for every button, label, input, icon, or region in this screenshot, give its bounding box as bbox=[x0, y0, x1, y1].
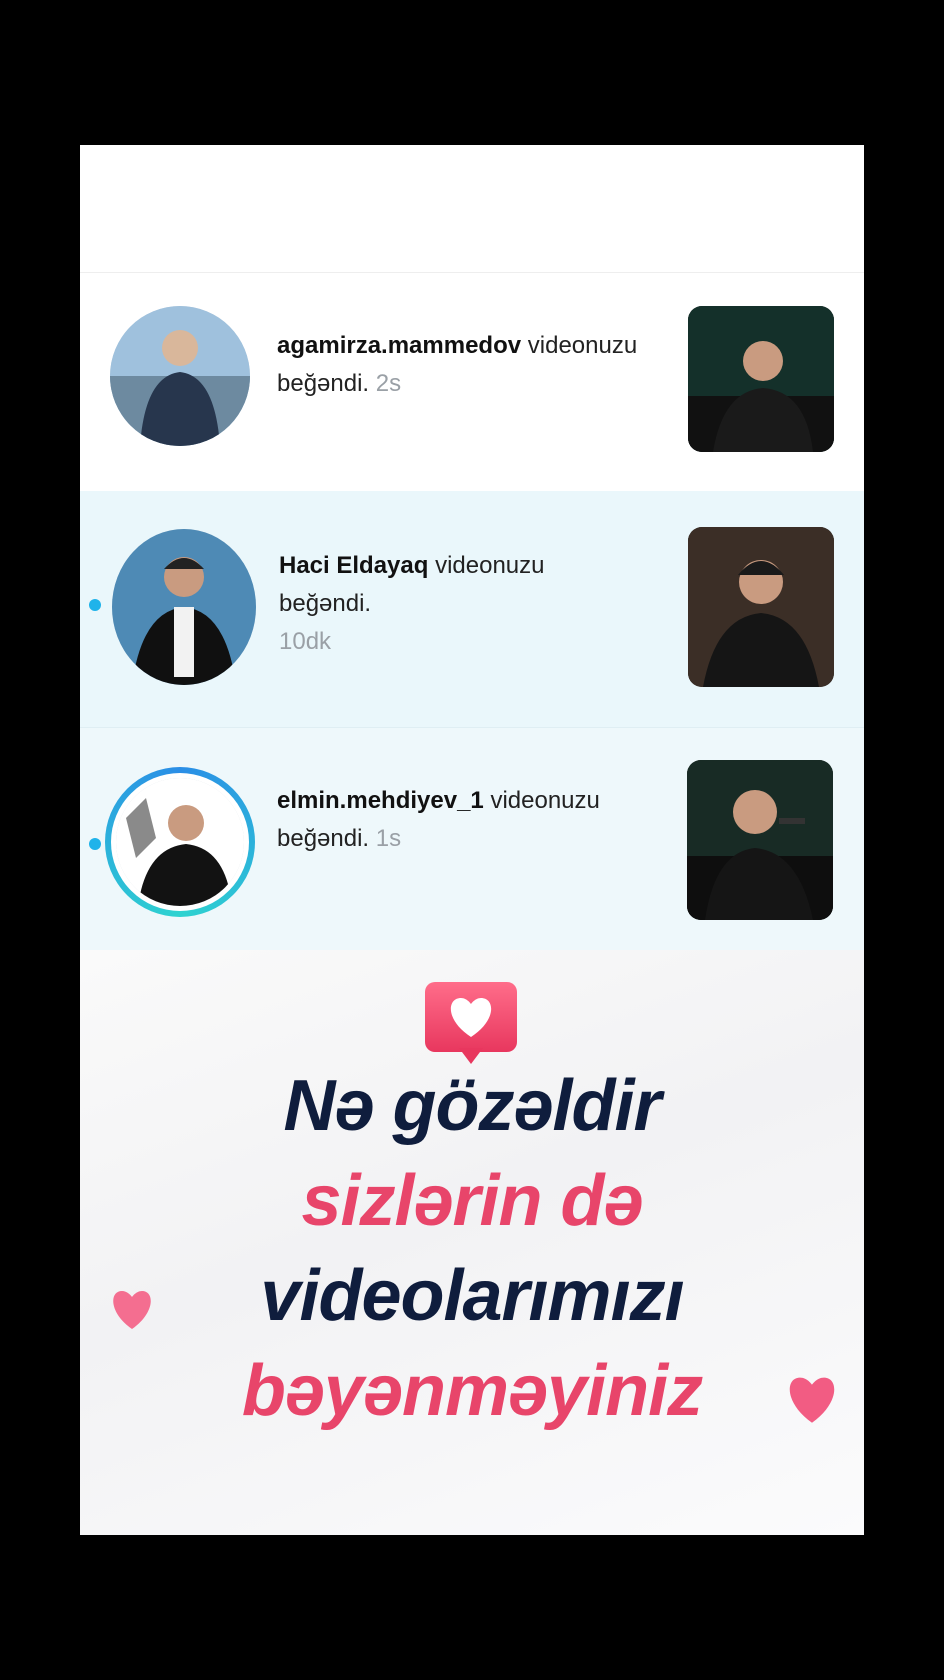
avatar-photo-icon bbox=[110, 306, 250, 446]
username[interactable]: agamirza.mammedov bbox=[277, 332, 521, 359]
promo-line-4: bəyənməyiniz bbox=[241, 1351, 703, 1431]
unread-indicator-icon bbox=[89, 599, 101, 611]
action-text-2: beğəndi. bbox=[277, 825, 370, 852]
video-thumbnail-icon bbox=[688, 306, 834, 452]
notification-text: Haci Eldayaq videonuzu beğəndi. 10dk bbox=[279, 547, 679, 661]
heart-icon bbox=[450, 998, 492, 1037]
user-avatar[interactable] bbox=[112, 529, 256, 685]
user-avatar[interactable] bbox=[116, 778, 244, 906]
action-text-2: beğəndi. bbox=[279, 590, 372, 617]
header-blank bbox=[80, 145, 864, 273]
notification-row[interactable]: elmin.mehdiyev_1 videonuzu beğəndi. 1s bbox=[80, 728, 864, 950]
video-thumbnail-icon bbox=[687, 760, 833, 920]
notification-row[interactable]: Haci Eldayaq videonuzu beğəndi. 10dk bbox=[80, 491, 864, 728]
action-text-2: beğəndi. bbox=[277, 370, 370, 397]
notification-text: agamirza.mammedov videonuzu beğəndi. 2s bbox=[277, 327, 677, 403]
promo-line-1: Nə gözəldir bbox=[283, 1066, 661, 1146]
video-thumbnail[interactable] bbox=[688, 527, 834, 687]
action-text: videonuzu bbox=[490, 787, 600, 814]
avatar-photo-icon bbox=[116, 778, 244, 906]
unread-indicator-icon bbox=[89, 838, 101, 850]
story-ring[interactable] bbox=[105, 767, 255, 917]
user-avatar[interactable] bbox=[110, 306, 250, 446]
action-text: videonuzu bbox=[435, 552, 545, 579]
avatar-photo-icon bbox=[112, 529, 256, 685]
username[interactable]: Haci Eldayaq bbox=[279, 552, 428, 579]
video-thumbnail-icon bbox=[688, 527, 834, 687]
timestamp: 2s bbox=[375, 370, 402, 397]
username[interactable]: elmin.mehdiyev_1 bbox=[277, 787, 484, 814]
floating-heart-icon bbox=[789, 1377, 835, 1423]
notification-card: agamirza.mammedov videonuzu beğəndi. 2s bbox=[80, 145, 864, 1535]
notification-row[interactable]: agamirza.mammedov videonuzu beğəndi. 2s bbox=[80, 273, 864, 491]
like-badge-icon bbox=[425, 982, 517, 1064]
video-thumbnail[interactable] bbox=[687, 760, 833, 920]
floating-heart-icon bbox=[113, 1291, 151, 1329]
promo-line-3: videolarımızı bbox=[260, 1256, 684, 1336]
promo-line-2: sizlərin də bbox=[301, 1161, 643, 1241]
notification-text: elmin.mehdiyev_1 videonuzu beğəndi. 1s bbox=[277, 782, 677, 858]
action-text: videonuzu bbox=[527, 332, 638, 359]
timestamp: 10dk bbox=[279, 628, 332, 655]
promo-section: Nə gözəldir sizlərin də videolarımızı bə… bbox=[80, 950, 864, 1535]
timestamp: 1s bbox=[375, 825, 402, 852]
video-thumbnail[interactable] bbox=[688, 306, 834, 452]
